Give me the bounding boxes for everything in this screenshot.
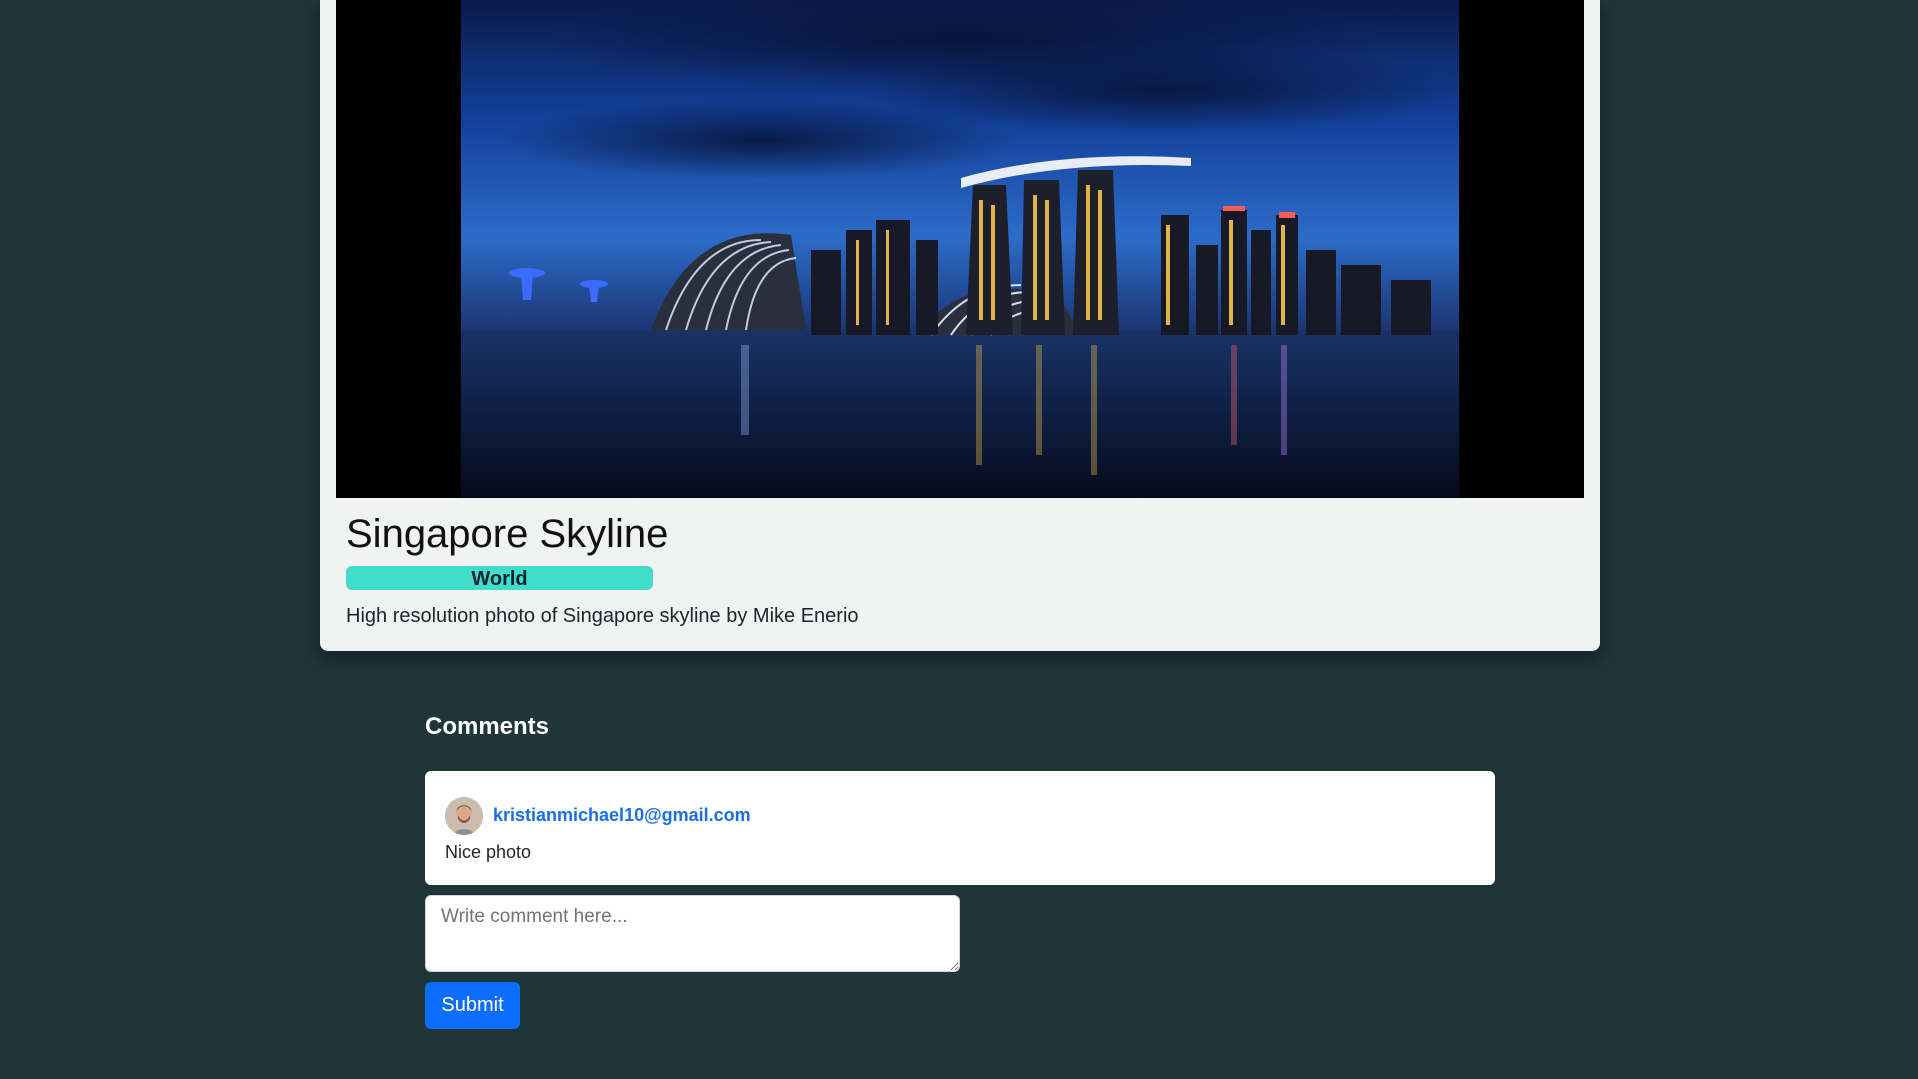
photo-image: [336, 0, 1584, 498]
comment-card: kristianmichael10@gmail.com Nice photo: [425, 771, 1495, 885]
comment-input[interactable]: [425, 895, 960, 972]
user-avatar-icon: [445, 797, 483, 835]
submit-button[interactable]: Submit: [425, 982, 520, 1029]
category-badge: World: [346, 566, 653, 590]
comments-heading: Comments: [425, 713, 550, 740]
avatar: [445, 797, 483, 835]
comment-text: Nice photo: [445, 842, 532, 862]
photo-description: High resolution photo of Singapore skyli…: [346, 605, 859, 627]
skyline-image: [461, 0, 1459, 498]
photo-card: Singapore Skyline World High resolution …: [320, 0, 1600, 651]
comment-author-link[interactable]: kristianmichael10@gmail.com: [493, 803, 751, 827]
photo-title: Singapore Skyline: [346, 512, 669, 556]
